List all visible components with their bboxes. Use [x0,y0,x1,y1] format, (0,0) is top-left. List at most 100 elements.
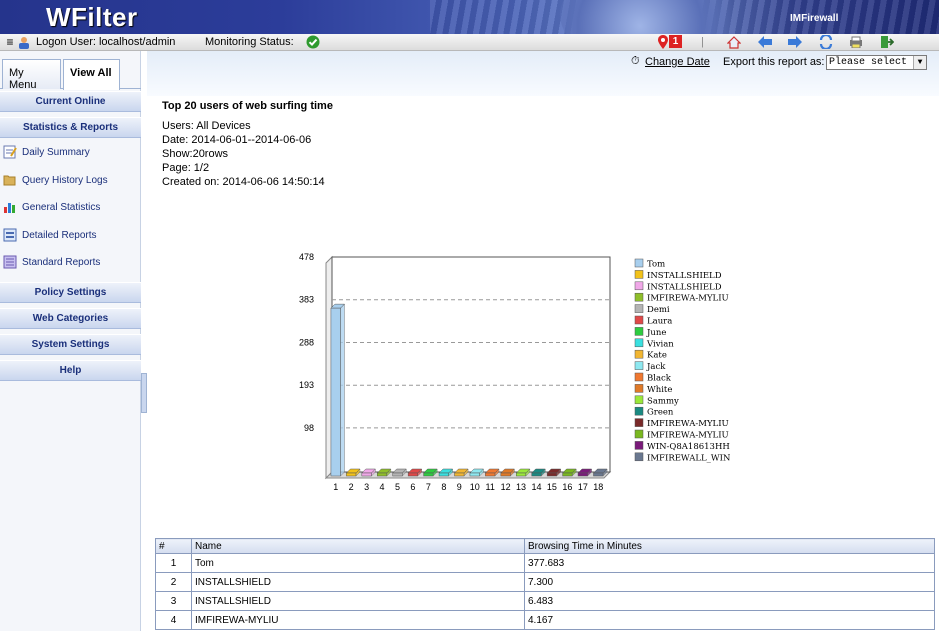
legend-label: IMFIREWA-MYLIU [647,294,729,304]
alert-count-badge[interactable]: 1 [669,35,682,48]
logon-user-label: Logon User: localhost/admin [36,36,176,48]
legend-swatch [634,327,644,336]
change-date-link[interactable]: Change Date [645,56,710,68]
left-sidebar: My Menu View All Current Online Statisti… [0,51,141,631]
x-tick-label: 6 [410,482,415,492]
menu-system-settings[interactable]: System Settings [0,334,141,355]
stopwatch-icon: ⏱ [631,55,640,67]
status-bar: ≡ Logon User: localhost/admin Monitoring… [0,34,939,51]
legend-swatch [634,281,644,291]
sidebar-item-daily-summary[interactable]: Daily Summary [0,141,141,165]
report-users: Users: All Devices [162,120,251,132]
table-row[interactable]: 4 IMFIREWA-MYLIU 4.167 [155,610,935,630]
chevron-down-icon: ▼ [913,56,926,69]
x-tick-label: 7 [426,482,431,492]
separator: | [701,36,704,48]
user-icon [17,35,31,49]
export-format-select[interactable]: Please select ▼ [826,55,927,70]
menu-help[interactable]: Help [0,360,141,381]
print-icon[interactable] [849,35,863,49]
table-row[interactable]: 1 Tom 377.683 [155,553,935,573]
legend-label: INSTALLSHIELD [647,282,722,292]
bar-chart: 981932883834781 2 3 4 5 6 7 8 9 10 11 12 13 14 15 16 17 1… [299,252,730,492]
menu-statistics-reports[interactable]: Statistics & Reports [0,117,141,138]
forward-arrow-icon[interactable] [788,35,802,49]
legend-swatch [634,304,644,313]
tab-my-menu[interactable]: My Menu [2,59,61,91]
report-date: Date: 2014-06-01--2014-06-06 [162,134,312,146]
legend-label: Laura [647,317,672,327]
refresh-icon[interactable] [819,35,833,49]
sidebar-item-detailed-reports[interactable]: Detailed Reports [0,224,141,248]
column-header-name[interactable]: Name [191,538,525,554]
legend-swatch [634,270,644,279]
table-row[interactable]: 2 INSTALLSHIELD 7.300 [155,572,935,592]
legend-swatch [634,372,644,382]
legend-label: IMFIREWA-MYLIU [647,431,729,441]
home-icon[interactable] [727,35,741,49]
legend-swatch [634,361,644,370]
report-page: Page: 1/2 [162,162,210,174]
legend-label: Green [647,408,674,418]
legend-swatch [634,429,644,439]
sidebar-item-label: Detailed Reports [22,230,97,241]
sidebar-item-general-statistics[interactable]: General Statistics [0,196,141,220]
y-tick-label: 288 [299,337,314,347]
row-index: 3 [155,591,192,611]
chart-plot-area [331,256,611,473]
y-tick-label: 383 [299,295,314,305]
menu-web-categories[interactable]: Web Categories [0,308,141,329]
row-time: 7.300 [524,572,935,592]
x-tick-label: 13 [516,482,526,492]
legend-label: IMFIREWA-MYLIU [647,419,729,429]
legend-swatch [634,384,644,393]
chart-bar [330,303,346,477]
y-tick-label: 193 [299,380,314,390]
logout-icon[interactable] [880,35,894,49]
row-name: INSTALLSHIELD [191,591,525,611]
column-header-browsing-time[interactable]: Browsing Time in Minutes [524,538,935,554]
product-name: IMFirewall [790,13,839,24]
x-tick-label: 2 [349,482,354,492]
legend-swatch [634,315,644,325]
sidebar-item-label: General Statistics [22,202,101,213]
sidebar-collapse-handle[interactable] [141,373,147,413]
sidebar-item-standard-reports[interactable]: Standard Reports [0,251,141,275]
row-name: Tom [191,553,525,573]
row-time: 377.683 [524,553,935,573]
x-tick-label: 11 [485,482,494,492]
y-tick-label: 98 [304,423,314,433]
sidebar-item-label: Query History Logs [22,175,108,186]
table-row[interactable]: 3 INSTALLSHIELD 6.483 [155,591,935,611]
legend-label: White [647,385,672,395]
menu-current-online[interactable]: Current Online [0,91,141,112]
list-icon [3,255,17,269]
row-time: 4.167 [524,610,935,630]
back-arrow-icon[interactable] [758,35,772,49]
x-tick-label: 17 [578,482,588,492]
menu-policy-settings[interactable]: Policy Settings [0,282,141,303]
legend-label: June [646,328,666,338]
legend-label: Kate [647,351,667,361]
legend-label: Demi [647,305,670,315]
app-logo: WFilter [46,2,138,32]
legend-label: WIN-Q8A18613HHU [647,442,730,452]
menu-icon[interactable]: ≡ [3,35,17,49]
x-tick-label: 8 [441,482,446,492]
banner-globe-decoration [560,0,760,34]
sidebar-item-query-history-logs[interactable]: Query History Logs [0,169,141,193]
tab-view-all[interactable]: View All [63,59,120,90]
legend-label: IMFIREWALL_WINS [647,453,730,463]
report-created: Created on: 2014-06-06 14:50:14 [162,176,325,188]
legend-label: INSTALLSHIELD [647,271,722,281]
report-table: # Name Browsing Time in Minutes 1 Tom 37… [155,538,935,630]
x-tick-label: 1 [333,482,338,492]
alert-pin-icon[interactable] [656,35,670,49]
column-header-index[interactable]: # [155,538,192,554]
report-title: Top 20 users of web surfing time [162,100,333,112]
export-label: Export this report as: [723,56,825,68]
report-show: Show:20rows [162,148,229,160]
sidebar-item-label: Standard Reports [22,257,101,268]
legend-swatch [634,258,644,268]
legend-label: Black [647,374,672,384]
